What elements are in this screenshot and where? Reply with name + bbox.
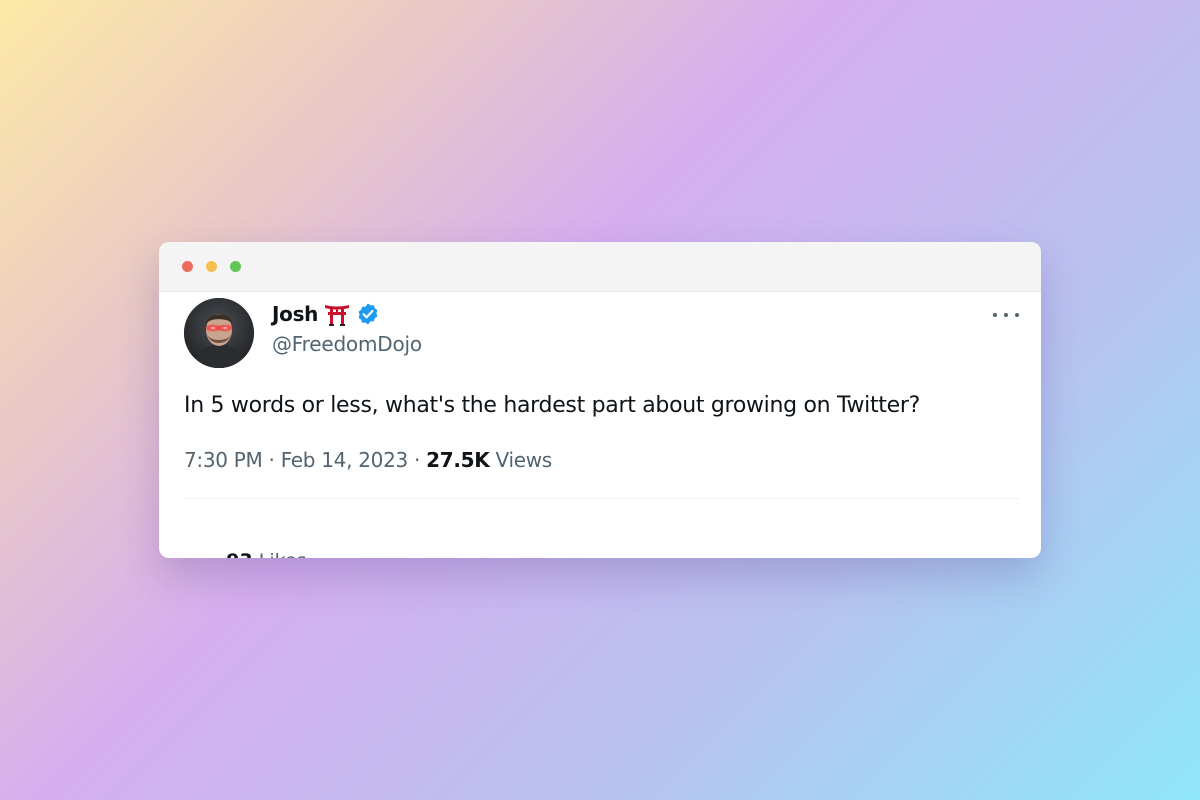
views-count: 27.5K — [426, 448, 490, 472]
views-label: Views — [495, 448, 553, 472]
torii-gate-icon — [324, 302, 350, 326]
more-options-icon[interactable] — [993, 305, 1019, 325]
meta-separator: · — [407, 448, 427, 472]
close-button[interactable] — [182, 261, 193, 272]
likes-link[interactable]: 93 Likes — [190, 528, 307, 558]
author-display-name[interactable]: Josh — [272, 302, 318, 326]
author-name-row: Josh — [272, 302, 380, 326]
avatar[interactable] — [184, 298, 254, 368]
tweet-window: Josh @FreedomDojo In 5 words or less, wh… — [159, 242, 1041, 558]
tweet-date[interactable]: Feb 14, 2023 — [281, 448, 409, 472]
likes-label: Likes — [259, 550, 307, 558]
minimize-button[interactable] — [206, 261, 217, 272]
tweet-meta: 7:30 PM · Feb 14, 2023 · 27.5K Views — [184, 448, 552, 472]
author-handle[interactable]: @FreedomDojo — [272, 332, 422, 356]
tweet-time[interactable]: 7:30 PM — [184, 448, 263, 472]
divider — [184, 498, 1019, 499]
maximize-button[interactable] — [230, 261, 241, 272]
meta-separator: · — [262, 448, 281, 472]
tweet-card: Josh @FreedomDojo In 5 words or less, wh… — [159, 292, 1041, 558]
likes-count: 93 — [226, 550, 252, 558]
window-titlebar — [159, 242, 1041, 292]
tweet-text: In 5 words or less, what's the hardest p… — [184, 393, 920, 418]
verified-badge-icon — [356, 302, 380, 326]
